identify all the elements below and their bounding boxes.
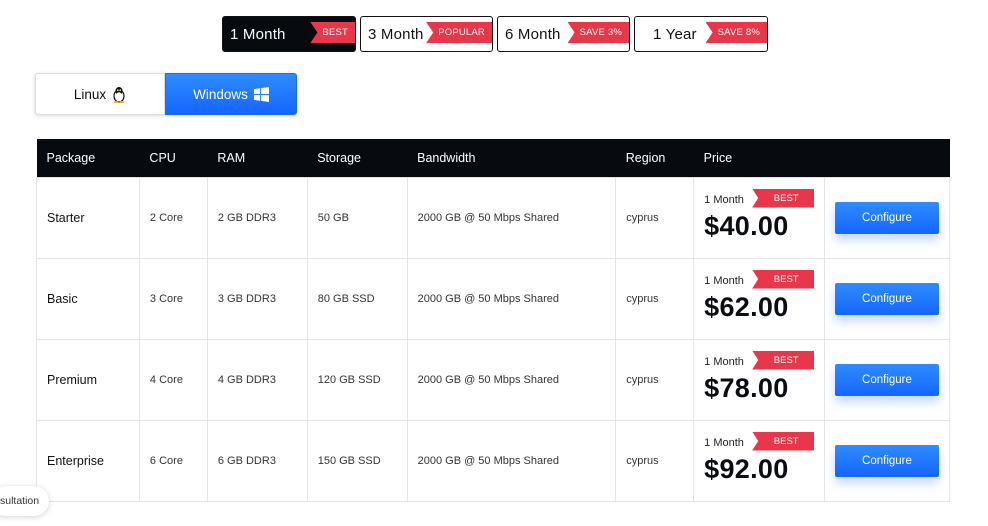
cpu-cell: 4 Core	[138, 338, 208, 421]
table-row: Starter 2 Core 2 GB DDR3 50 GB 2000 GB @…	[36, 176, 951, 259]
region-cell: cyprus	[615, 338, 695, 421]
storage-cell: 120 GB SSD	[306, 338, 408, 421]
tab-label: 1 Month	[230, 25, 286, 43]
action-cell: Configure	[823, 338, 951, 421]
header-price: Price	[693, 139, 825, 177]
configure-button[interactable]: Configure	[834, 201, 939, 234]
header-cpu: CPU	[139, 139, 208, 177]
storage-cell: 80 GB SSD	[306, 257, 408, 340]
linux-tux-icon	[112, 86, 126, 103]
configure-button[interactable]: Configure	[834, 282, 939, 315]
package-cell: Basic	[36, 257, 140, 340]
cpu-cell: 2 Core	[138, 176, 208, 259]
table-row: Enterprise 6 Core 6 GB DDR3 150 GB SSD 2…	[36, 419, 951, 502]
configure-button[interactable]: Configure	[834, 444, 939, 477]
bandwidth-cell: 2000 GB @ 50 Mbps Shared	[406, 338, 617, 421]
plans-table: Package CPU RAM Storage Bandwidth Region…	[36, 139, 951, 502]
price-cell: 1 Month BEST $92.00	[693, 419, 825, 502]
price-cell: 1 Month BEST $78.00	[693, 338, 825, 421]
action-cell: Configure	[823, 176, 951, 259]
configure-button[interactable]: Configure	[834, 363, 939, 396]
tab-label: 1 Year	[653, 25, 697, 43]
bandwidth-cell: 2000 GB @ 50 Mbps Shared	[406, 257, 617, 340]
storage-cell: 50 GB	[306, 176, 408, 259]
header-action	[824, 139, 950, 177]
ram-cell: 4 GB DDR3	[206, 338, 308, 421]
price-cell: 1 Month BEST $62.00	[693, 257, 825, 340]
ram-cell: 3 GB DDR3	[206, 257, 308, 340]
header-bandwidth: Bandwidth	[407, 139, 616, 177]
ram-cell: 6 GB DDR3	[206, 419, 308, 502]
price-period: 1 Month	[704, 436, 744, 449]
header-region: Region	[615, 139, 694, 177]
action-cell: Configure	[823, 419, 951, 502]
linux-label: Linux	[73, 86, 107, 102]
package-cell: Enterprise	[36, 419, 140, 502]
tab-badge: BEST	[310, 22, 355, 43]
price-amount: $78.00	[704, 372, 789, 403]
tab-badge: SAVE 8%	[705, 22, 767, 43]
header-package: Package	[36, 139, 140, 177]
header-ram: RAM	[207, 139, 308, 177]
price-period: 1 Month	[704, 193, 744, 206]
price-amount: $40.00	[704, 210, 789, 241]
windows-label: Windows	[193, 86, 248, 102]
table-row: Premium 4 Core 4 GB DDR3 120 GB SSD 2000…	[36, 338, 951, 421]
region-cell: cyprus	[615, 419, 695, 502]
table-header-row: Package CPU RAM Storage Bandwidth Region…	[36, 139, 950, 177]
billing-period-tabs: 1 Month BEST 3 Month POPULAR 6 Month SAV…	[222, 16, 768, 52]
tab-badge: SAVE 3%	[567, 22, 629, 43]
price-amount: $62.00	[704, 291, 789, 322]
cpu-cell: 6 Core	[138, 419, 208, 502]
price-badge: BEST	[752, 431, 815, 451]
tab-label: 3 Month	[368, 25, 424, 43]
tab-6-month[interactable]: 6 Month SAVE 3%	[497, 16, 630, 52]
price-cell: 1 Month BEST $40.00	[693, 176, 825, 259]
price-period: 1 Month	[704, 274, 744, 287]
tab-1-year[interactable]: 1 Year SAVE 8%	[634, 16, 768, 52]
consultation-chip-label: sultation	[0, 495, 40, 507]
package-cell: Starter	[36, 176, 140, 259]
header-storage: Storage	[307, 139, 408, 177]
price-badge: BEST	[752, 269, 815, 289]
tab-1-month[interactable]: 1 Month BEST	[222, 16, 356, 52]
price-period: 1 Month	[704, 355, 744, 368]
bandwidth-cell: 2000 GB @ 50 Mbps Shared	[406, 176, 617, 259]
storage-cell: 150 GB SSD	[306, 419, 408, 502]
action-cell: Configure	[823, 257, 951, 340]
tab-3-month[interactable]: 3 Month POPULAR	[360, 16, 493, 52]
bandwidth-cell: 2000 GB @ 50 Mbps Shared	[406, 419, 617, 502]
table-row: Basic 3 Core 3 GB DDR3 80 GB SSD 2000 GB…	[36, 257, 951, 340]
windows-logo-icon	[253, 86, 269, 102]
package-cell: Premium	[36, 338, 140, 421]
consultation-chip[interactable]: sultation	[0, 486, 50, 516]
price-badge: BEST	[752, 188, 815, 208]
windows-button[interactable]: Windows	[165, 73, 297, 115]
price-amount: $92.00	[704, 453, 789, 484]
region-cell: cyprus	[615, 176, 695, 259]
price-badge: BEST	[752, 350, 815, 370]
ram-cell: 2 GB DDR3	[206, 176, 308, 259]
os-toggle: Linux Windows	[35, 73, 297, 115]
region-cell: cyprus	[615, 257, 695, 340]
cpu-cell: 3 Core	[138, 257, 208, 340]
tab-badge: POPULAR	[426, 22, 492, 43]
linux-button[interactable]: Linux	[35, 73, 165, 115]
tab-label: 6 Month	[505, 25, 561, 43]
